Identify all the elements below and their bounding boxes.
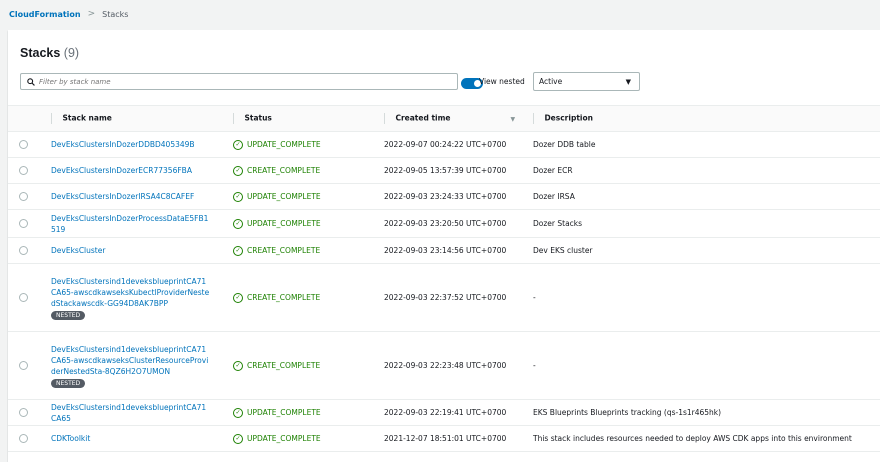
description-cell: - (529, 331, 880, 400)
created-time-cell: 2022-09-03 22:19:41 UTC+0700 (380, 399, 529, 426)
table-row[interactable]: DevEksCluster ✓ CREATE_COMPLETE 2022-09-03 … (8, 237, 880, 264)
stacks-panel: Stacks (9) View nested Active ▼ Stack na… (8, 30, 880, 462)
table-row[interactable]: CDKToolkit ✓ UPDATE_COMPLETE 2021-12-07 18:… (8, 425, 880, 452)
created-time-cell: 2022-09-03 22:23:48 UTC+0700 (380, 331, 529, 400)
status-text: CREATE_COMPLETE (247, 361, 321, 370)
column-header-status[interactable]: Status (228, 105, 380, 132)
success-check-icon: ✓ (233, 245, 243, 256)
stack-name-link[interactable]: DevEksClustersind1deveksblueprintCA71CA6… (51, 344, 211, 377)
stack-count: (9) (63, 46, 80, 60)
status-text: UPDATE_COMPLETE (247, 408, 321, 417)
row-select-radio[interactable] (19, 192, 28, 201)
description-cell: Dozer DDB table (529, 131, 880, 158)
table-header-row: Stack name Status Created time ▼ Descript… (8, 105, 880, 132)
description-cell: Dozer IRSA (529, 183, 880, 210)
success-check-icon: ✓ (233, 165, 243, 176)
stacks-table: Stack name Status Created time ▼ Descript… (8, 105, 880, 452)
stack-name-link[interactable]: DevEksClustersInDozerECR77356FBA (51, 165, 211, 176)
status-filter-select[interactable]: Active ▼ (533, 72, 640, 91)
created-time-cell: 2022-09-03 22:37:52 UTC+0700 (380, 263, 529, 332)
success-check-icon: ✓ (233, 292, 243, 303)
table-row[interactable]: DevEksClustersInDozerDDBD405349B ✓ UPDATE_… (8, 131, 880, 158)
status-cell: ✓ CREATE_COMPLETE (233, 360, 380, 371)
stack-filter-input[interactable] (39, 77, 439, 86)
status-cell: ✓ CREATE_COMPLETE (233, 292, 380, 303)
column-header-description[interactable]: Description (529, 105, 880, 132)
sort-descending-icon[interactable]: ▼ (511, 116, 516, 123)
breadcrumb-current: Stacks (102, 9, 129, 19)
success-check-icon: ✓ (233, 139, 243, 150)
row-select-radio[interactable] (19, 408, 28, 417)
status-cell: ✓ UPDATE_COMPLETE (233, 407, 380, 418)
status-text: UPDATE_COMPLETE (247, 192, 321, 201)
status-text: UPDATE_COMPLETE (247, 219, 321, 228)
created-time-cell: 2022-09-07 00:24:22 UTC+0700 (380, 131, 529, 158)
created-time-cell: 2022-09-03 23:20:50 UTC+0700 (380, 209, 529, 238)
success-check-icon: ✓ (233, 433, 243, 444)
description-cell: EKS Blueprints Blueprints tracking (qs-1… (529, 399, 880, 426)
stack-name-link[interactable]: CDKToolkit (51, 433, 211, 444)
status-cell: ✓ UPDATE_COMPLETE (233, 218, 380, 229)
created-time-cell: 2022-09-03 23:14:56 UTC+0700 (380, 237, 529, 264)
created-time-cell: 2022-09-03 23:24:33 UTC+0700 (380, 183, 529, 210)
row-select-radio[interactable] (19, 361, 28, 370)
row-select-radio[interactable] (19, 219, 28, 228)
status-cell: ✓ UPDATE_COMPLETE (233, 191, 380, 202)
row-select-radio[interactable] (19, 293, 28, 302)
stack-name-link[interactable]: DevEksClustersInDozerDDBD405349B (51, 139, 211, 150)
table-row[interactable]: DevEksClustersInDozerECR77356FBA ✓ CREATE_… (8, 157, 880, 184)
table-row[interactable]: DevEksClustersInDozerIRSA4C8CAFEF ✓ UPDATE… (8, 183, 880, 210)
status-cell: ✓ CREATE_COMPLETE (233, 165, 380, 176)
success-check-icon: ✓ (233, 407, 243, 418)
search-icon (27, 77, 35, 86)
status-cell: ✓ UPDATE_COMPLETE (233, 433, 380, 444)
success-check-icon: ✓ (233, 360, 243, 371)
row-select-radio[interactable] (19, 166, 28, 175)
status-text: CREATE_COMPLETE (247, 246, 321, 255)
status-filter-value: Active (539, 77, 563, 86)
created-time-cell: 2022-09-05 13:57:39 UTC+0700 (380, 157, 529, 184)
stack-name-link[interactable]: DevEksClustersInDozerIRSA4C8CAFEF (51, 191, 211, 202)
status-text: UPDATE_COMPLETE (247, 140, 321, 149)
description-cell: Dev EKS cluster (529, 237, 880, 264)
column-header-stack-name[interactable]: Stack name (47, 105, 228, 132)
view-nested-label: View nested (479, 77, 525, 86)
status-text: CREATE_COMPLETE (247, 166, 321, 175)
status-cell: ✓ CREATE_COMPLETE (233, 245, 380, 256)
table-row[interactable]: DevEksClustersind1deveksblueprintCA71CA6… (8, 399, 880, 426)
description-cell: - (529, 263, 880, 332)
success-check-icon: ✓ (233, 191, 243, 202)
column-header-created-time[interactable]: Created time ▼ (380, 105, 529, 132)
panel-title: Stacks (9) (20, 46, 79, 60)
stack-name-link[interactable]: DevEksClustersInDozerProcessDataE5FB1519 (51, 213, 211, 235)
row-select-radio[interactable] (19, 246, 28, 255)
description-cell: This stack includes resources needed to … (529, 425, 880, 452)
table-row[interactable]: DevEksClustersind1deveksblueprintCA71CA6… (8, 331, 880, 400)
description-cell: Dozer ECR (529, 157, 880, 184)
table-row[interactable]: DevEksClustersind1deveksblueprintCA71CA6… (8, 263, 880, 332)
breadcrumb-cloudformation-link[interactable]: CloudFormation (9, 10, 81, 19)
table-row[interactable]: DevEksClustersInDozerProcessDataE5FB1519… (8, 209, 880, 238)
breadcrumb-separator-icon: > (87, 9, 96, 19)
row-select-radio[interactable] (19, 140, 28, 149)
row-select-radio[interactable] (19, 434, 28, 443)
caret-down-icon: ▼ (625, 78, 631, 86)
success-check-icon: ✓ (233, 218, 243, 229)
nested-badge: NESTED (51, 378, 86, 388)
breadcrumb: CloudFormation > Stacks (0, 0, 880, 28)
panel-title-text: Stacks (20, 46, 61, 60)
stack-name-link[interactable]: DevEksClustersind1deveksblueprintCA71CA6… (51, 276, 211, 309)
description-cell: Dozer Stacks (529, 209, 880, 238)
stack-name-link[interactable]: DevEksClustersind1deveksblueprintCA71CA6… (51, 402, 211, 424)
status-text: CREATE_COMPLETE (247, 293, 321, 302)
created-time-cell: 2021-12-07 18:51:01 UTC+0700 (380, 425, 529, 452)
filter-box[interactable] (20, 73, 458, 90)
status-cell: ✓ UPDATE_COMPLETE (233, 139, 380, 150)
stack-name-link[interactable]: DevEksCluster (51, 245, 211, 256)
status-text: UPDATE_COMPLETE (247, 434, 321, 443)
nested-badge: NESTED (51, 310, 86, 320)
